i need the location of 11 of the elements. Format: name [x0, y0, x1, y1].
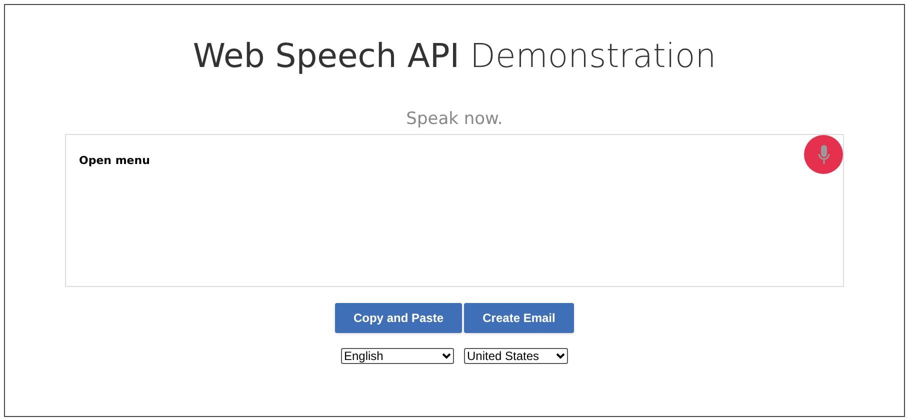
language-select[interactable]: English [341, 348, 454, 364]
chevron-icon [556, 353, 565, 359]
action-button[interactable]: Create Email [464, 303, 574, 333]
chevron-icon [442, 353, 451, 359]
dialect-select[interactable]: United States [464, 348, 568, 364]
status-text: Speak now. [406, 108, 503, 130]
action-button[interactable]: Copy and Paste [335, 303, 462, 333]
microphone-icon [818, 144, 830, 164]
page-title: Web Speech API Demonstration [192, 35, 716, 77]
transcript-text: Open menu [79, 154, 150, 167]
microphone-button[interactable] [804, 135, 843, 174]
